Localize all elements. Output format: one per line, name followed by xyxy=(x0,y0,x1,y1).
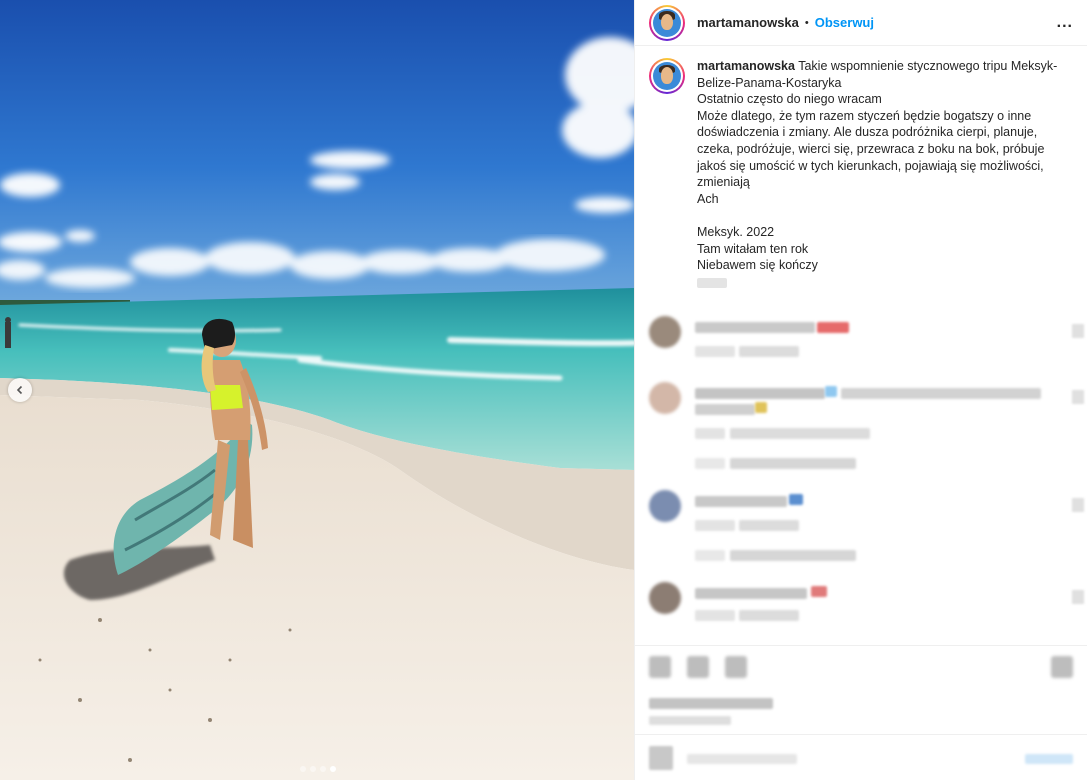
comment-item xyxy=(635,314,1087,380)
like-comment-icon[interactable] xyxy=(1072,498,1084,512)
author-avatar[interactable] xyxy=(649,4,685,41)
carousel-dot xyxy=(300,766,306,772)
caption-line-text: Tam witałam ten rok xyxy=(697,241,809,256)
carousel-dot xyxy=(320,766,326,772)
post-date xyxy=(649,716,731,725)
author-username[interactable]: martamanowska xyxy=(697,15,799,30)
caption-username[interactable]: martamanowska xyxy=(697,59,795,73)
post-photo[interactable] xyxy=(0,0,634,780)
caption-line-text: czeka, podróżuje, wierci się, przewraca … xyxy=(697,141,1045,156)
bookmark-icon[interactable] xyxy=(1051,656,1073,678)
caption-line-text: Meksyk. 2022 xyxy=(697,224,775,239)
caption-line-text: Ostatnio często do niego wracam xyxy=(697,92,882,107)
caption-line: czeka, podróżuje, wierci się, przewraca … xyxy=(697,141,1067,158)
carousel-prev-button[interactable] xyxy=(8,378,32,402)
caption-line: Ostatnio często do niego wracam xyxy=(697,91,1067,108)
comment-icon[interactable] xyxy=(687,656,709,678)
chevron-left-icon xyxy=(16,385,23,395)
caption-line: Meksyk. 2022 xyxy=(697,224,1067,241)
caption-line: doświadczenia i zmiany. Ale dusza podróż… xyxy=(697,124,1067,141)
caption-line: Ach xyxy=(697,191,1067,208)
comments-list xyxy=(635,314,1087,644)
comment-item xyxy=(635,580,1087,644)
like-comment-icon[interactable] xyxy=(1072,590,1084,604)
like-comment-icon[interactable] xyxy=(1072,390,1084,404)
commenter-avatar[interactable] xyxy=(649,582,681,614)
caption-timestamp xyxy=(697,277,727,288)
caption-line-text: Ach xyxy=(697,191,719,206)
comment-divider xyxy=(635,734,1087,735)
follow-button[interactable]: Obserwuj xyxy=(815,15,874,30)
post-comment-button[interactable] xyxy=(1025,754,1073,764)
caption-line: Belize-Panama-Kostaryka xyxy=(697,75,1067,92)
carousel-dot xyxy=(310,766,316,772)
beach-photo xyxy=(0,0,634,780)
caption-line: martamanowska Takie wspomnienie stycznow… xyxy=(697,58,1067,75)
more-options-icon[interactable]: ... xyxy=(1057,14,1073,32)
caption-line-text: Może dlatego, że tym razem styczeń będzi… xyxy=(697,108,1032,123)
caption-line xyxy=(697,207,1067,224)
caption-line-text: jakoś się umościć w tych kierunkach, poj… xyxy=(697,158,1044,173)
header-separator: • xyxy=(804,16,809,29)
comment-input[interactable] xyxy=(687,754,797,764)
actions-divider xyxy=(635,645,1087,646)
caption-line-text: Belize-Panama-Kostaryka xyxy=(697,75,842,90)
caption-line: Tam witałam ten rok xyxy=(697,241,1067,258)
caption-avatar[interactable] xyxy=(649,58,685,94)
caption-line-text: Takie wspomnienie stycznowego tripu Meks… xyxy=(798,59,1058,73)
share-icon[interactable] xyxy=(725,656,747,678)
carousel-dot xyxy=(330,766,336,772)
like-comment-icon[interactable] xyxy=(1072,324,1084,338)
post-header: martamanowska • Obserwuj ... xyxy=(635,0,1087,46)
commenter-avatar[interactable] xyxy=(649,316,681,348)
caption-line: Może dlatego, że tym razem styczeń będzi… xyxy=(697,108,1067,125)
commenter-avatar[interactable] xyxy=(649,382,681,414)
like-icon[interactable] xyxy=(649,656,671,678)
likes-count[interactable] xyxy=(649,698,773,709)
post-actions xyxy=(649,656,1073,682)
comment-item xyxy=(635,380,1087,488)
post-panel: martamanowska • Obserwuj ... martamanows… xyxy=(634,0,1087,780)
emoji-icon[interactable] xyxy=(649,746,673,770)
caption-line-text: zmieniają xyxy=(697,175,750,190)
comment-item xyxy=(635,488,1087,580)
caption: martamanowska Takie wspomnienie stycznow… xyxy=(635,46,1087,288)
caption-text: martamanowska Takie wspomnienie stycznow… xyxy=(697,58,1067,288)
commenter-avatar[interactable] xyxy=(649,490,681,522)
caption-line-text: doświadczenia i zmiany. Ale dusza podróż… xyxy=(697,125,1038,140)
caption-line: zmieniają xyxy=(697,174,1067,191)
caption-line: Niebawem się kończy xyxy=(697,257,1067,274)
carousel-dots xyxy=(300,766,336,772)
caption-line: jakoś się umościć w tych kierunkach, poj… xyxy=(697,158,1067,175)
caption-line-text: Niebawem się kończy xyxy=(697,258,818,273)
add-comment-bar xyxy=(649,742,1073,774)
